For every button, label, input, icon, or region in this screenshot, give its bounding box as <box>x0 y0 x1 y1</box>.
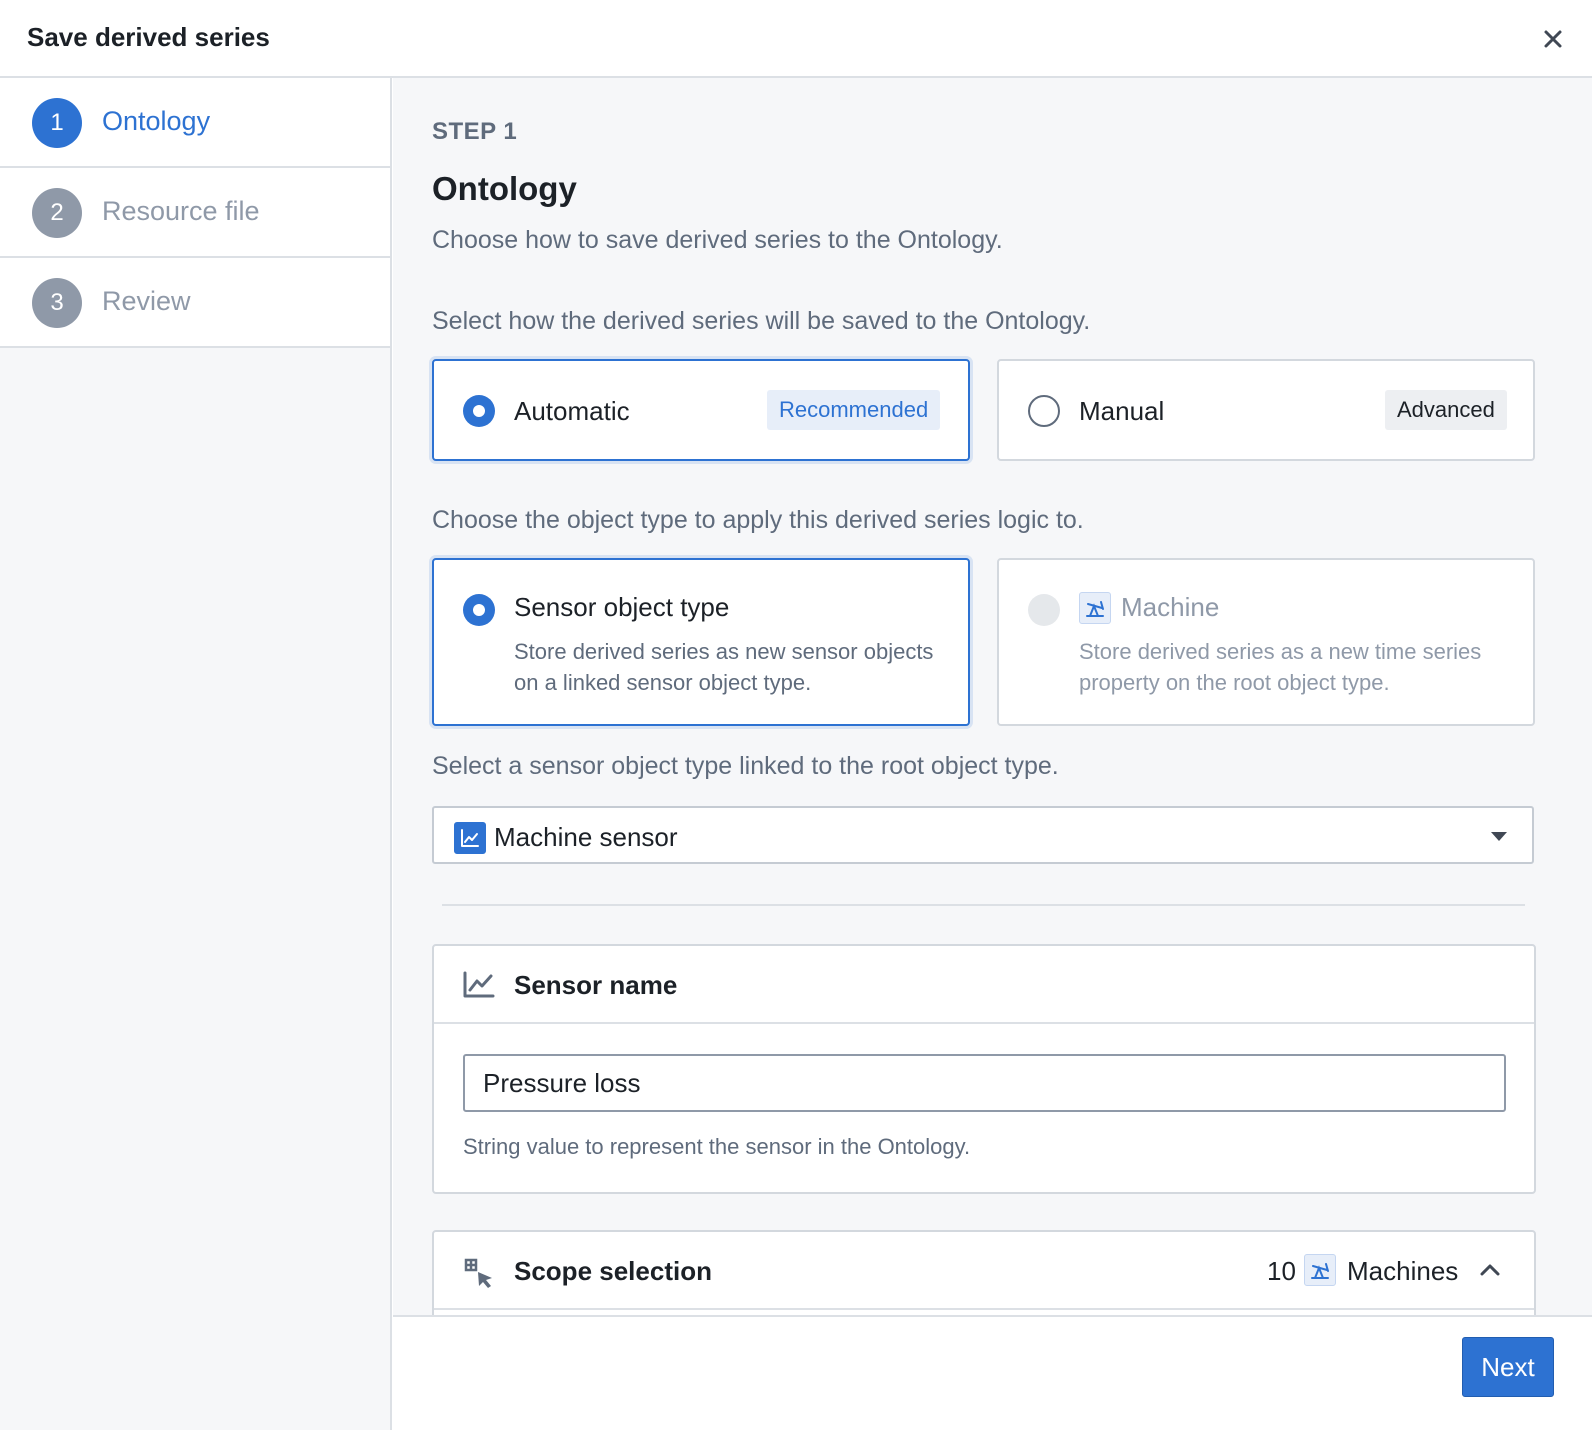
step-label: Resource file <box>102 196 260 226</box>
next-button[interactable]: Next <box>1462 1337 1554 1397</box>
sensor-name-input[interactable] <box>463 1054 1506 1112</box>
chevron-up-icon[interactable] <box>1478 1258 1502 1282</box>
line-chart-icon <box>454 822 486 854</box>
steps-sidebar: 1 Ontology 2 Resource file 3 Review <box>0 78 392 1430</box>
step-resource-file[interactable]: 2 Resource file <box>0 168 390 258</box>
recommended-tag: Recommended <box>767 390 941 430</box>
step-number: 1 <box>32 98 82 148</box>
sensor-object-type-description: Store derived series as new sensor objec… <box>514 639 934 695</box>
scope-count: 10 <box>1267 1256 1296 1286</box>
save-mode-question: Select how the derived series will be sa… <box>432 307 1091 335</box>
object-type-question: Choose the object type to apply this der… <box>432 506 1084 534</box>
sensor-object-type-radio[interactable] <box>463 594 495 626</box>
section-divider <box>442 904 1525 906</box>
dialog-footer: Next <box>393 1315 1592 1430</box>
sensor-type-value: Machine sensor <box>494 822 678 852</box>
pump-jack-icon <box>1079 592 1111 624</box>
manual-option-card[interactable]: Manual Advanced <box>997 359 1535 461</box>
step-label: Ontology <box>102 106 211 136</box>
caret-down-icon <box>1491 832 1507 841</box>
page-subtitle: Choose how to save derived series to the… <box>432 226 1003 254</box>
machine-object-type-label: Machine <box>1121 592 1220 622</box>
manual-label: Manual <box>1079 396 1165 426</box>
automatic-label: Automatic <box>514 396 630 426</box>
sensor-type-question: Select a sensor object type linked to th… <box>432 752 1059 780</box>
step-review[interactable]: 3 Review <box>0 258 390 348</box>
sensor-name-panel-header: Sensor name <box>434 946 1534 1024</box>
step-indicator: STEP 1 <box>432 118 518 145</box>
sensor-object-type-label: Sensor object type <box>514 592 730 622</box>
sensor-name-helper: String value to represent the sensor in … <box>463 1134 971 1159</box>
machine-object-type-radio[interactable] <box>1028 594 1060 626</box>
automatic-option-card[interactable]: Automatic Recommended <box>432 359 970 461</box>
select-cursor-icon <box>464 1258 492 1288</box>
sensor-name-panel: Sensor name String value to represent th… <box>432 944 1536 1194</box>
machine-object-type-description: Store derived series as a new time serie… <box>1079 639 1482 695</box>
dialog-title: Save derived series <box>27 22 270 52</box>
step-ontology[interactable]: 1 Ontology <box>0 78 390 168</box>
pump-jack-icon <box>1304 1254 1336 1286</box>
step-content: STEP 1 Ontology Choose how to save deriv… <box>393 78 1592 1333</box>
page-title: Ontology <box>432 170 577 207</box>
sensor-type-select[interactable]: Machine sensor <box>432 806 1534 864</box>
scope-selection-header[interactable]: Scope selection 10 Machines <box>434 1232 1534 1310</box>
close-button[interactable] <box>1536 22 1570 56</box>
advanced-tag: Advanced <box>1385 390 1507 430</box>
step-number: 2 <box>32 188 82 238</box>
close-icon <box>1544 30 1562 48</box>
scope-object-label: Machines <box>1347 1256 1459 1286</box>
step-number: 3 <box>32 278 82 328</box>
machine-object-type-card[interactable]: Machine Store derived series as a new ti… <box>997 558 1535 726</box>
line-chart-icon <box>463 971 495 998</box>
automatic-radio[interactable] <box>463 395 495 427</box>
sensor-object-type-card[interactable]: Sensor object type Store derived series … <box>432 558 970 726</box>
step-label: Review <box>102 286 191 316</box>
sensor-name-title: Sensor name <box>514 970 678 1000</box>
scope-selection-title: Scope selection <box>514 1256 712 1286</box>
manual-radio[interactable] <box>1028 395 1060 427</box>
dialog-header: Save derived series <box>0 0 1592 78</box>
